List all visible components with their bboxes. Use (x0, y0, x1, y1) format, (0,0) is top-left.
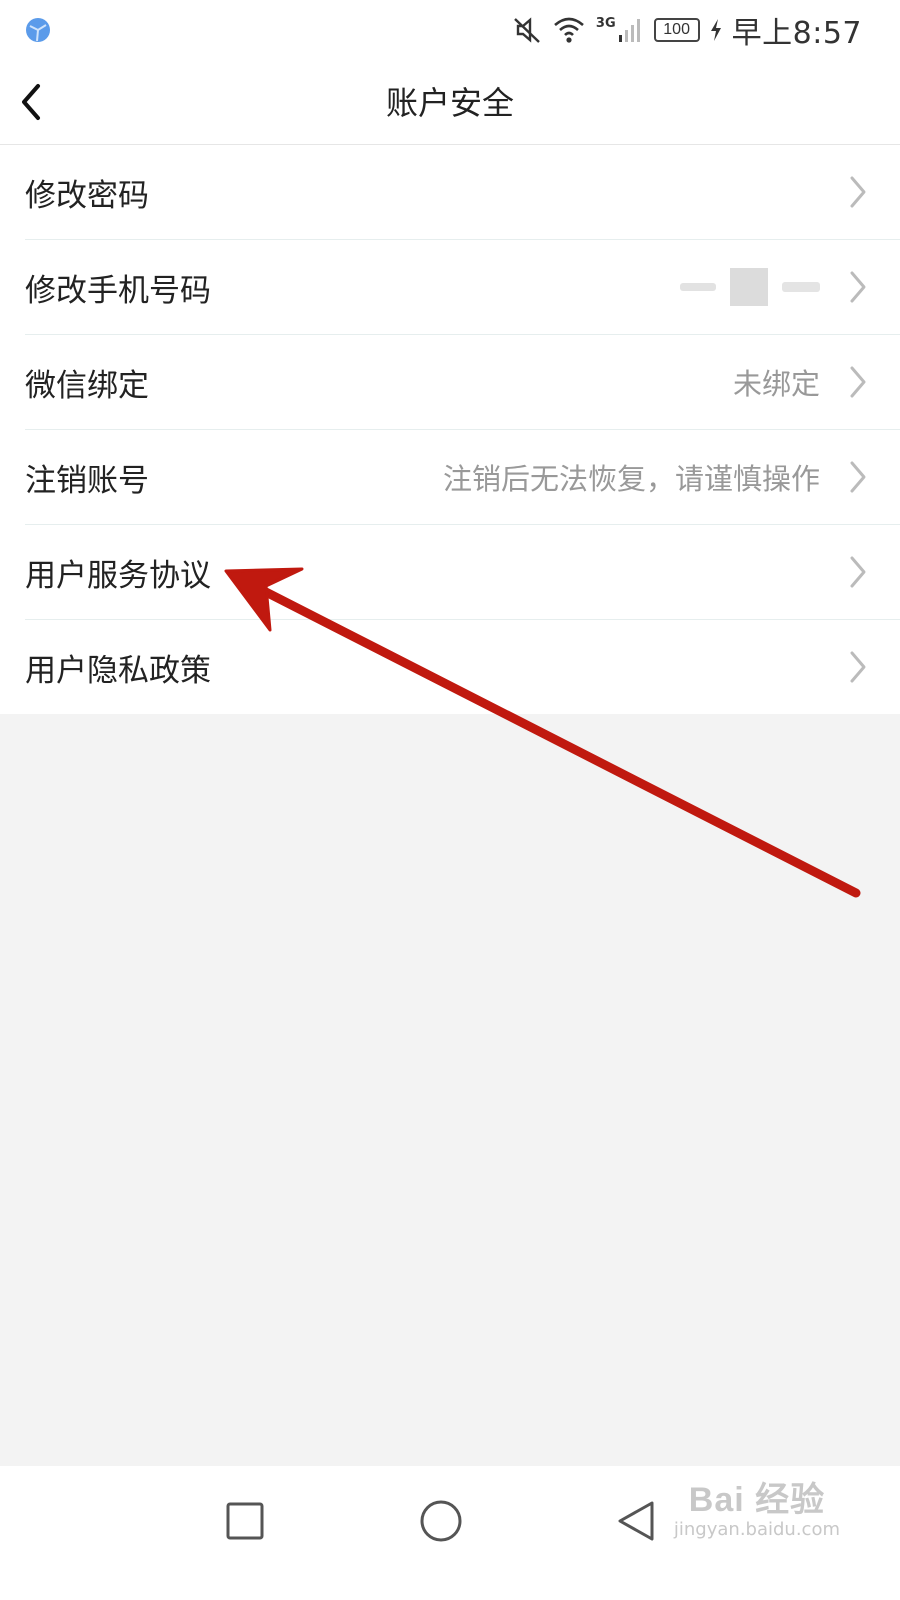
menu-item-label: 微信绑定 (25, 367, 149, 404)
delete-warning-text: 注销后无法恢复，请谨慎操作 (442, 462, 820, 496)
battery-icon: 100 (653, 18, 700, 42)
menu-item-user-agreement[interactable]: 用户服务协议 (25, 525, 900, 620)
mute-icon (514, 17, 540, 43)
menu-item-label: 用户服务协议 (25, 557, 211, 594)
chevron-right-icon (850, 176, 866, 208)
chevron-right-icon (850, 556, 866, 588)
chevron-right-icon (850, 461, 866, 493)
chevron-right-icon (850, 651, 866, 683)
recent-apps-square-icon[interactable] (215, 1491, 275, 1551)
chevron-right-icon (850, 366, 866, 398)
menu-item-wechat-binding[interactable]: 微信绑定 未绑定 (25, 335, 900, 430)
home-circle-icon[interactable] (411, 1491, 471, 1551)
system-navigation-bar: Bai 经验 jingyan.baidu.com (0, 1466, 900, 1600)
menu-item-label: 用户隐私政策 (25, 652, 211, 689)
menu-item-label: 修改手机号码 (25, 272, 211, 309)
menu-item-change-password[interactable]: 修改密码 (25, 145, 900, 240)
app-notification-icon (26, 18, 50, 42)
wifi-icon (554, 17, 584, 43)
binding-status: 未绑定 (732, 367, 820, 401)
back-triangle-icon[interactable] (606, 1491, 666, 1551)
settings-list: 修改密码 修改手机号码 微信绑定 未绑定 注销账号 注销后无法恢复，请谨慎操作 … (0, 145, 900, 714)
page-header: 账户安全 (0, 60, 900, 145)
menu-item-privacy-policy[interactable]: 用户隐私政策 (25, 620, 900, 714)
menu-item-label: 注销账号 (25, 462, 149, 499)
page-title: 账户安全 (385, 84, 514, 122)
signal-icon (618, 19, 640, 42)
network-type-label: 3G (595, 15, 616, 31)
menu-item-delete-account[interactable]: 注销账号 注销后无法恢复，请谨慎操作 (25, 430, 900, 525)
masked-phone-number (680, 268, 820, 306)
watermark: Bai 经验 jingyan.baidu.com (674, 1472, 840, 1540)
chevron-right-icon (850, 271, 866, 303)
status-time: 早上8:57 (731, 16, 862, 51)
menu-item-change-phone[interactable]: 修改手机号码 (25, 240, 900, 335)
charging-icon (710, 19, 721, 41)
status-bar: 3G 100 早上8:57 (0, 0, 900, 60)
watermark-url: jingyan.baidu.com (673, 1519, 840, 1540)
menu-item-label: 修改密码 (25, 177, 149, 214)
watermark-logo-text: Bai 经验 (688, 1481, 826, 1519)
